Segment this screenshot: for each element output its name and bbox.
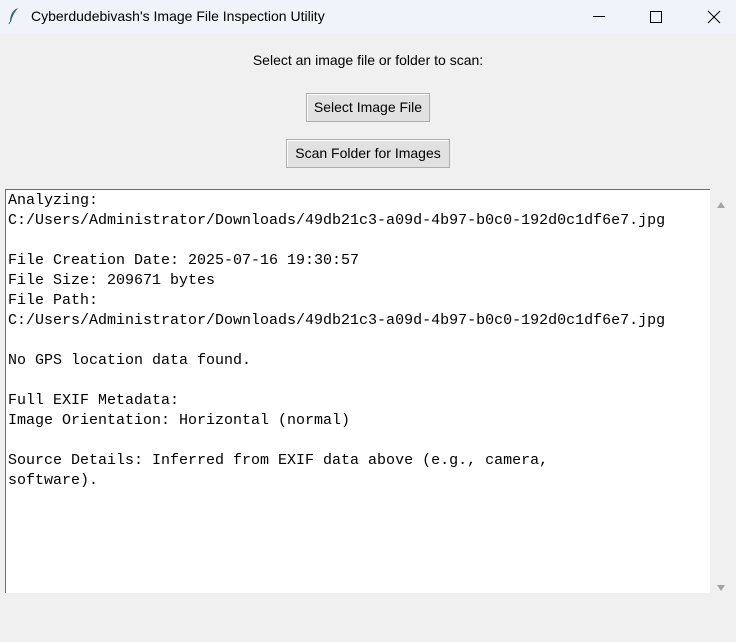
scan-prompt-label: Select an image file or folder to scan: bbox=[252, 52, 484, 68]
close-icon bbox=[707, 10, 721, 24]
title-bar[interactable]: Cyberdudebivash's Image File Inspection … bbox=[0, 0, 736, 34]
vertical-scrollbar[interactable] bbox=[711, 189, 731, 593]
window-title: Cyberdudebivash's Image File Inspection … bbox=[31, 8, 325, 24]
results-text-area[interactable]: Analyzing: C:/Users/Administrator/Downlo… bbox=[5, 189, 710, 593]
results-text: Analyzing: C:/Users/Administrator/Downlo… bbox=[8, 192, 666, 489]
feather-icon bbox=[8, 7, 20, 25]
scan-folder-button[interactable]: Scan Folder for Images bbox=[286, 139, 450, 168]
scroll-up-arrow-icon[interactable] bbox=[716, 196, 726, 208]
maximize-button[interactable] bbox=[627, 0, 685, 34]
minimize-button[interactable] bbox=[570, 0, 628, 34]
scroll-down-arrow-icon[interactable] bbox=[716, 579, 726, 591]
close-button[interactable] bbox=[685, 0, 736, 34]
maximize-icon bbox=[650, 11, 662, 23]
select-image-file-button[interactable]: Select Image File bbox=[306, 93, 430, 122]
minimize-icon bbox=[593, 16, 605, 17]
